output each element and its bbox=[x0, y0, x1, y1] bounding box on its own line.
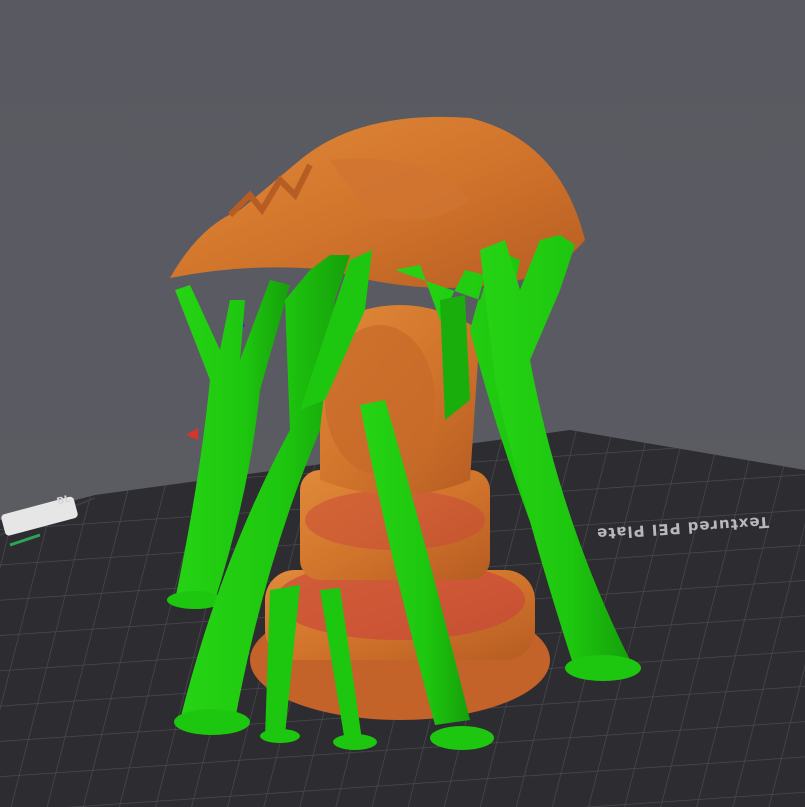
scene-canvas[interactable]: BL Textured PEI Plate bbox=[0, 0, 805, 807]
axis-origin-arrow-icon bbox=[186, 428, 198, 440]
3d-viewport[interactable]: BL Textured PEI Plate bbox=[0, 0, 805, 807]
